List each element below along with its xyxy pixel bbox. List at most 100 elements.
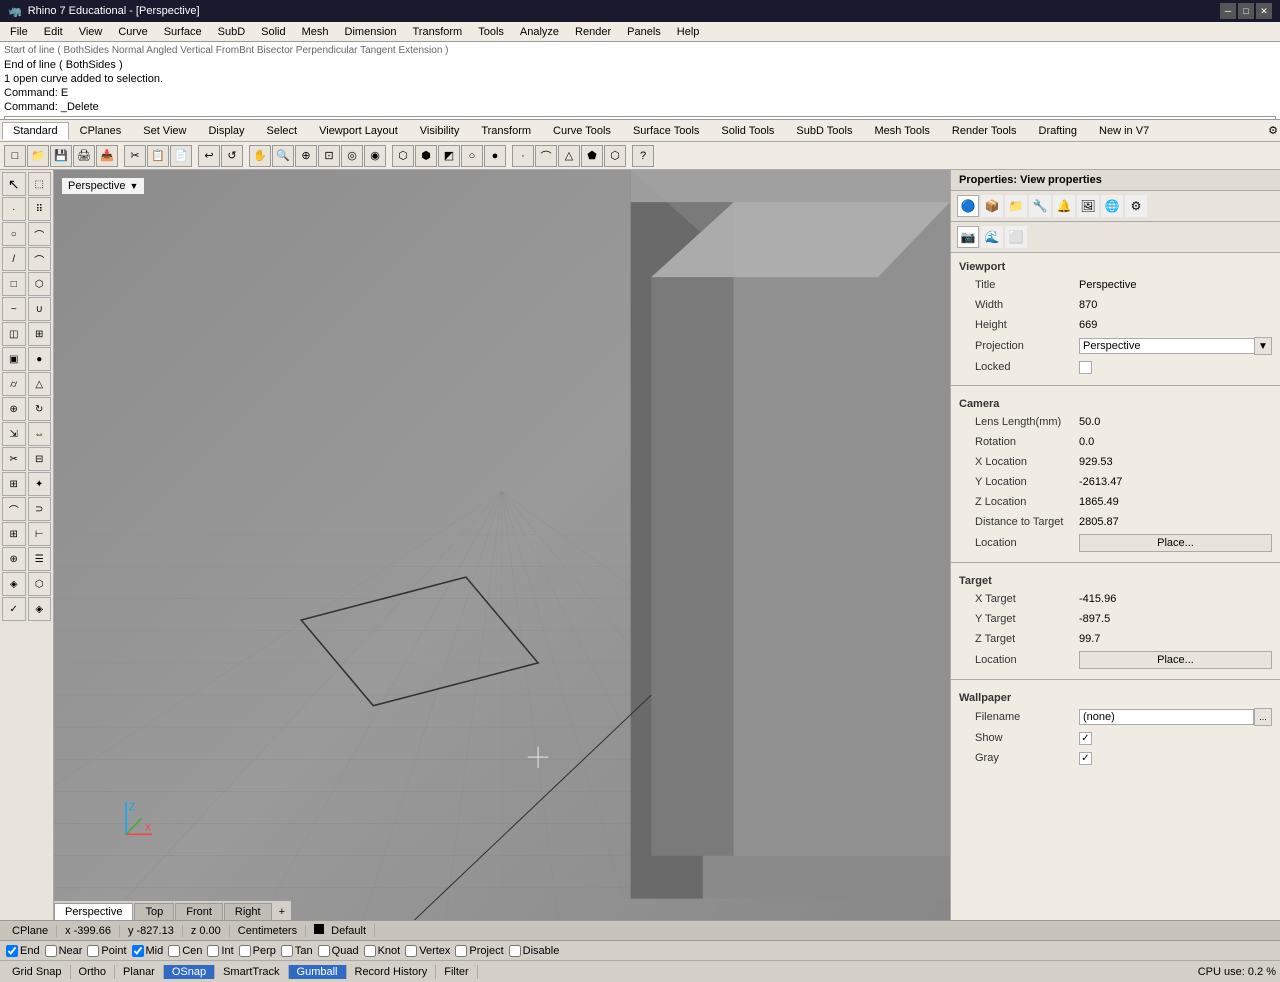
cen-checkbox[interactable] [168,945,180,957]
menu-item-curve[interactable]: Curve [110,25,155,39]
surface-from-pts-tool[interactable]: ◫ [2,322,26,346]
toolbar-tab-standard[interactable]: Standard [2,122,69,140]
panel-icon-viewport-display[interactable]: ⬜ [1005,226,1027,248]
snap-knot[interactable]: Knot [362,945,403,957]
undo-button[interactable]: ↩ [198,145,220,167]
prop-projection-dropdown[interactable]: Perspective ▼ [1079,337,1272,355]
toolbar-tab-new-in-v7[interactable]: New in V7 [1088,122,1160,140]
gumball-button[interactable]: Gumball [289,965,347,979]
snap-near[interactable]: Near [43,945,85,957]
open-button[interactable]: 📁 [27,145,49,167]
toolbar-settings-button[interactable]: ⚙ [1268,124,1278,137]
camera-place-button[interactable]: Place... [1079,534,1272,552]
snap-mid[interactable]: Mid [130,945,166,957]
arc-tool[interactable]: ⌒ [28,222,52,246]
snap-project[interactable]: Project [453,945,505,957]
snap-end[interactable]: End [4,945,42,957]
snap-point[interactable]: Point [85,945,128,957]
toolbar-tab-render-tools[interactable]: Render Tools [941,122,1028,140]
scale-tool[interactable]: ⇲ [2,422,26,446]
panel-icon-settings[interactable]: ⚙ [1125,195,1147,217]
snap-cen[interactable]: Cen [166,945,204,957]
paste-button[interactable]: 📄 [170,145,192,167]
material-tool[interactable]: ◈ [2,572,26,596]
minimize-button[interactable]: ─ [1220,3,1236,19]
pan-button[interactable]: ✋ [249,145,271,167]
check-tool[interactable]: ✓ [2,597,26,621]
panel-icon-environment[interactable]: 🌐 [1101,195,1123,217]
point-cloud-tool[interactable]: ⠿ [28,197,52,221]
point-button[interactable]: · [512,145,534,167]
menu-item-transform[interactable]: Transform [405,25,471,39]
mesh-button[interactable]: ⬡ [604,145,626,167]
knot-checkbox[interactable] [364,945,376,957]
solid-button[interactable]: ⬟ [581,145,603,167]
vertex-checkbox[interactable] [405,945,417,957]
viewport-menu-arrow[interactable]: ▼ [129,181,138,191]
tab-perspective[interactable]: Perspective [54,903,133,920]
panel-icon-sun[interactable]: 🌊 [981,226,1003,248]
menu-item-mesh[interactable]: Mesh [294,25,337,39]
viewport-label[interactable]: Perspective ▼ [62,178,144,194]
menu-item-edit[interactable]: Edit [36,25,71,39]
menu-item-help[interactable]: Help [669,25,708,39]
line-tool[interactable]: / [2,247,26,271]
toolbar-tab-visibility[interactable]: Visibility [409,122,471,140]
box-tool[interactable]: ▣ [2,347,26,371]
xray-button[interactable]: ● [484,145,506,167]
grid-tool[interactable]: ⊞ [2,522,26,546]
join-tool[interactable]: ⊞ [2,472,26,496]
toolbar-tab-surface-tools[interactable]: Surface Tools [622,122,710,140]
trim-tool[interactable]: ✂ [2,447,26,471]
panel-icon-image[interactable]: 🖼 [1077,195,1099,217]
blend-tool[interactable]: ⊃ [28,497,52,521]
tab-right[interactable]: Right [224,903,272,920]
show-checkbox[interactable]: ✓ [1079,732,1092,745]
polyline-tool[interactable]: ⌒ [28,247,52,271]
help-button[interactable]: ? [632,145,654,167]
toolbar-tab-cplanes[interactable]: CPlanes [69,122,133,140]
mid-checkbox[interactable] [132,945,144,957]
cone-tool[interactable]: △ [28,372,52,396]
panel-icon-layer[interactable]: 📁 [1005,195,1027,217]
viewport-area[interactable]: Perspective ▼ [54,170,950,920]
snap-disable[interactable]: Disable [507,945,562,957]
tab-front[interactable]: Front [175,903,223,920]
point-tool[interactable]: · [2,197,26,221]
render-tool[interactable]: ⬡ [28,572,52,596]
panel-icon-properties[interactable]: 🔵 [957,195,979,217]
toolbar-tab-mesh-tools[interactable]: Mesh Tools [863,122,940,140]
menu-item-view[interactable]: View [71,25,111,39]
menu-item-file[interactable]: File [2,25,36,39]
sphere-tool[interactable]: ● [28,347,52,371]
split-tool[interactable]: ⊟ [28,447,52,471]
toolbar-tab-transform[interactable]: Transform [470,122,542,140]
mirror-tool[interactable]: ⇔ [28,422,52,446]
extrude-tool[interactable]: ⊞ [28,322,52,346]
import-button[interactable]: 📥 [96,145,118,167]
redo-button[interactable]: ↺ [221,145,243,167]
toolbar-tab-display[interactable]: Display [197,122,255,140]
menu-item-tools[interactable]: Tools [470,25,512,39]
filename-browse-button[interactable]: ... [1254,708,1272,726]
curve-button[interactable]: ⌒ [535,145,557,167]
menu-item-render[interactable]: Render [567,25,619,39]
ghosted-button[interactable]: ○ [461,145,483,167]
zoom-extents-button[interactable]: ◎ [341,145,363,167]
toolbar-tab-subd-tools[interactable]: SubD Tools [785,122,863,140]
int-checkbox[interactable] [207,945,219,957]
gray-checkbox[interactable]: ✓ [1079,752,1092,765]
menu-item-panels[interactable]: Panels [619,25,669,39]
snap-tan[interactable]: Tan [279,945,315,957]
toolbar-tab-curve-tools[interactable]: Curve Tools [542,122,622,140]
save-button[interactable]: 💾 [50,145,72,167]
perp-checkbox[interactable] [239,945,251,957]
menu-item-subd[interactable]: SubD [210,25,254,39]
move-tool[interactable]: ⊕ [2,397,26,421]
close-button[interactable]: ✕ [1256,3,1272,19]
print-button[interactable]: 🖨 [73,145,95,167]
rendered-button[interactable]: ◩ [438,145,460,167]
rectangle-tool[interactable]: □ [2,272,26,296]
panel-icon-light[interactable]: 🔔 [1053,195,1075,217]
menu-item-dimension[interactable]: Dimension [337,25,405,39]
